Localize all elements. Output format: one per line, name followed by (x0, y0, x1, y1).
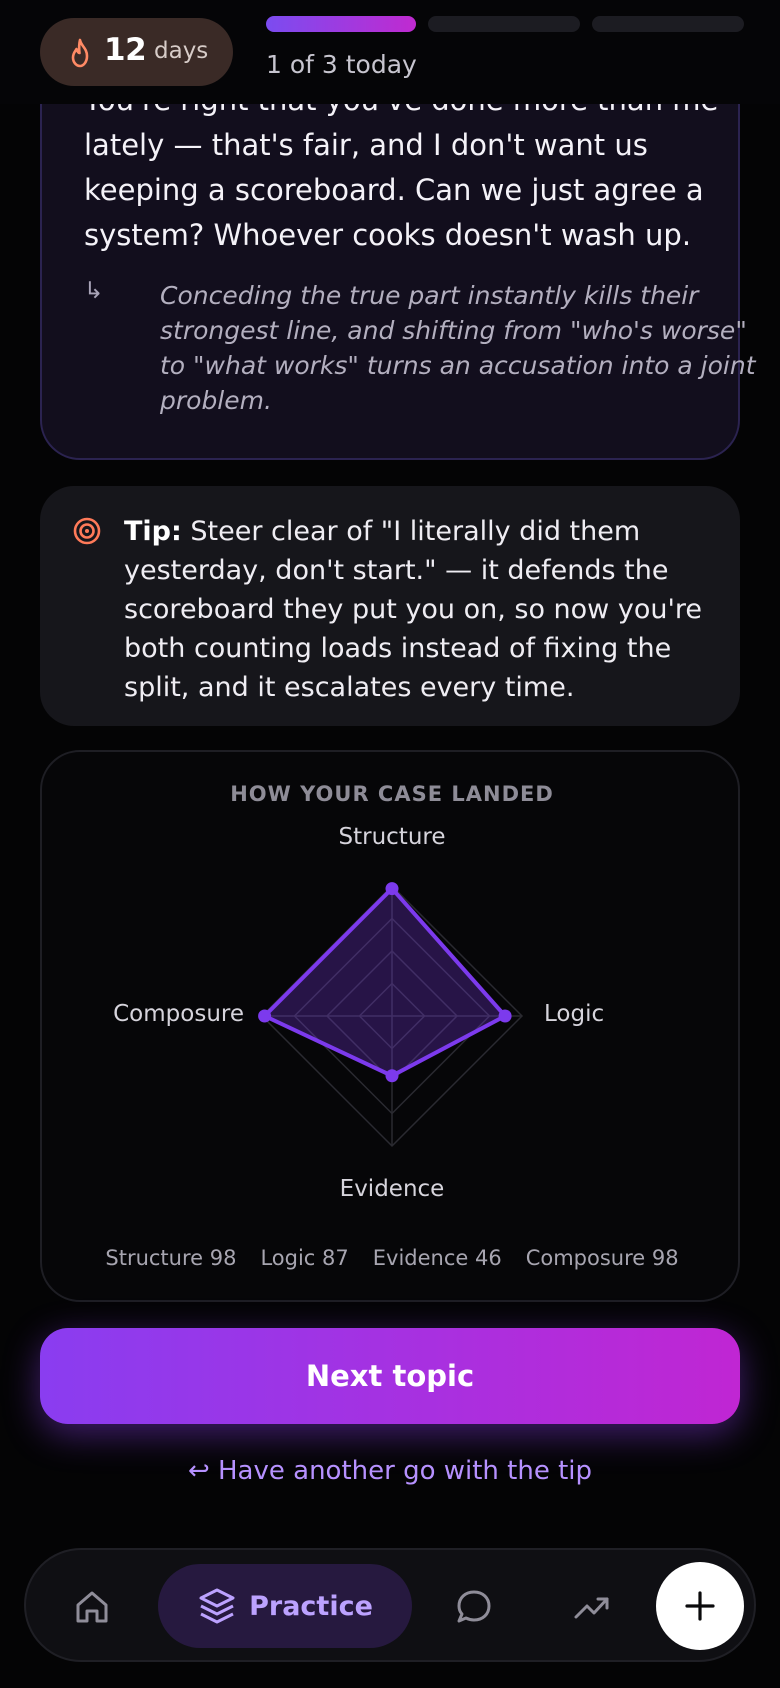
radar-score-area (262, 886, 508, 1078)
axis-label-composure: Composure (113, 1001, 244, 1027)
annotation-line: Conceding the true part instantly kills … (160, 281, 699, 310)
tip-line: scoreboard they put you on, so now you'r… (124, 594, 702, 625)
add-button[interactable] (656, 1562, 744, 1650)
streak-count: 12 (104, 32, 147, 68)
nav-practice[interactable]: Practice (158, 1564, 412, 1648)
tip-card: Tip: Steer clear of "I literally did the… (40, 486, 740, 726)
score-composure: Composure 98 (525, 1246, 679, 1270)
answer-text: You're right that you've done more than … (84, 78, 718, 258)
progress-segment-pending (592, 16, 744, 32)
score-evidence: Evidence 46 (372, 1246, 502, 1270)
streak-unit: days (154, 38, 209, 64)
tip-line: both counting loads instead of fixing th… (124, 633, 672, 664)
retry-with-tip-link[interactable]: ↩ Have another go with the tip (0, 1456, 780, 1486)
axis-label-structure: Structure (338, 824, 446, 850)
chat-icon (457, 1590, 491, 1623)
radar-point-composure (258, 1009, 272, 1023)
tip-line: split, and it escalates every time. (124, 672, 575, 703)
streak-badge[interactable]: 12 days (40, 18, 233, 86)
tip-line: Tip: Steer clear of "I literally did the… (124, 512, 702, 551)
annotation-arrow-icon: ↳ (84, 278, 104, 304)
flame-icon (71, 38, 89, 68)
score-summary: Structure 98 Logic 87 Evidence 46 Compos… (42, 1246, 742, 1270)
bottom-nav: Practice (24, 1548, 756, 1662)
radar-point-structure (385, 882, 399, 896)
tip-line-text: Steer clear of "I literally did them (181, 516, 641, 547)
progress-segment-done (266, 16, 416, 32)
annotation-line: to "what works" turns an accusation into… (160, 351, 756, 380)
next-topic-button[interactable]: Next topic (40, 1328, 740, 1424)
radar-point-evidence (385, 1069, 399, 1083)
score-logic: Logic 87 (260, 1246, 349, 1270)
answer-line: keeping a scoreboard. Can we just agree … (84, 173, 704, 207)
answer-line: lately — that's fair, and I don't want u… (84, 128, 648, 162)
plus-icon (685, 1591, 715, 1621)
annotation-line: problem. (160, 386, 272, 415)
nav-practice-label: Practice (249, 1590, 373, 1622)
tip-line: yesterday, don't start." — it defends th… (124, 555, 669, 586)
axis-label-logic: Logic (544, 1001, 605, 1027)
progress-segment-pending (428, 16, 580, 32)
progress-label: 1 of 3 today (266, 50, 417, 79)
trend-icon (574, 1597, 609, 1619)
target-icon (73, 517, 101, 545)
radar-card: HOW YOUR CASE LANDED Structure Logic Evi… (40, 750, 740, 1302)
layers-icon (199, 1588, 235, 1624)
score-structure: Structure 98 (105, 1246, 237, 1270)
tip-label: Tip: (124, 516, 182, 547)
answer-line: system? Whoever cooks doesn't wash up. (84, 218, 692, 252)
home-icon (76, 1591, 108, 1623)
axis-label-evidence: Evidence (339, 1176, 445, 1202)
radar-point-logic (498, 1009, 512, 1023)
annotation-line: strongest line, and shifting from "who's… (160, 316, 747, 345)
nav-chat[interactable] (438, 1550, 510, 1664)
annotation-text: Conceding the true part instantly kills … (160, 278, 756, 418)
nav-home[interactable] (56, 1550, 128, 1664)
tip-text: Tip: Steer clear of "I literally did the… (124, 512, 702, 707)
nav-stats[interactable] (556, 1550, 628, 1664)
top-bar: 12 days 1 of 3 today (0, 0, 780, 104)
